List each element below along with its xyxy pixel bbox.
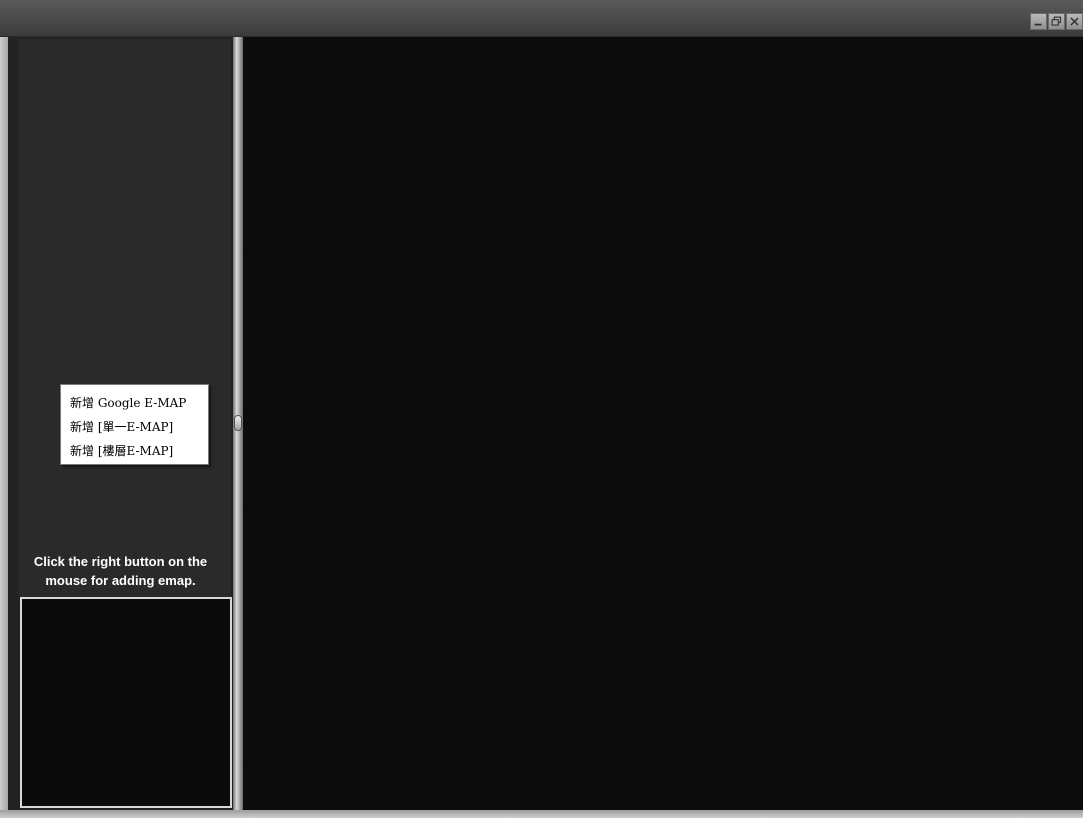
hint-line-2: mouse for adding emap. <box>45 573 196 588</box>
window-frame-left <box>0 37 8 818</box>
close-button[interactable] <box>1066 13 1083 30</box>
splitter-handle-icon[interactable] <box>234 415 242 431</box>
hint-line-1: Click the right button on the <box>33 554 208 569</box>
menu-item-add-google-emap[interactable]: 新增 Google E-MAP <box>61 391 208 415</box>
emap-tree-area[interactable] <box>19 39 231 597</box>
window-frame-bottom <box>0 810 1083 818</box>
menu-item-add-floor-emap[interactable]: 新增 [樓層E-MAP] <box>61 439 208 463</box>
context-menu: 新增 Google E-MAP 新增 [單一E-MAP] 新增 [樓層E-MAP… <box>60 384 209 465</box>
emap-window: 新增 Google E-MAP 新增 [單一E-MAP] 新增 [樓層E-MAP… <box>0 0 1083 818</box>
minimize-icon <box>1034 23 1042 26</box>
minimize-button[interactable] <box>1030 13 1047 30</box>
add-emap-hint: Click the right button on the mouse for … <box>8 552 233 590</box>
panel-splitter[interactable] <box>233 37 243 810</box>
emap-view[interactable] <box>243 37 1083 810</box>
title-bar[interactable] <box>0 0 1083 37</box>
menu-item-add-single-emap[interactable]: 新增 [單一E-MAP] <box>61 415 208 439</box>
window-controls <box>1030 13 1083 30</box>
close-icon <box>1070 17 1079 26</box>
restore-button[interactable] <box>1048 13 1065 30</box>
restore-icon <box>1051 16 1061 26</box>
emap-preview <box>20 597 232 808</box>
